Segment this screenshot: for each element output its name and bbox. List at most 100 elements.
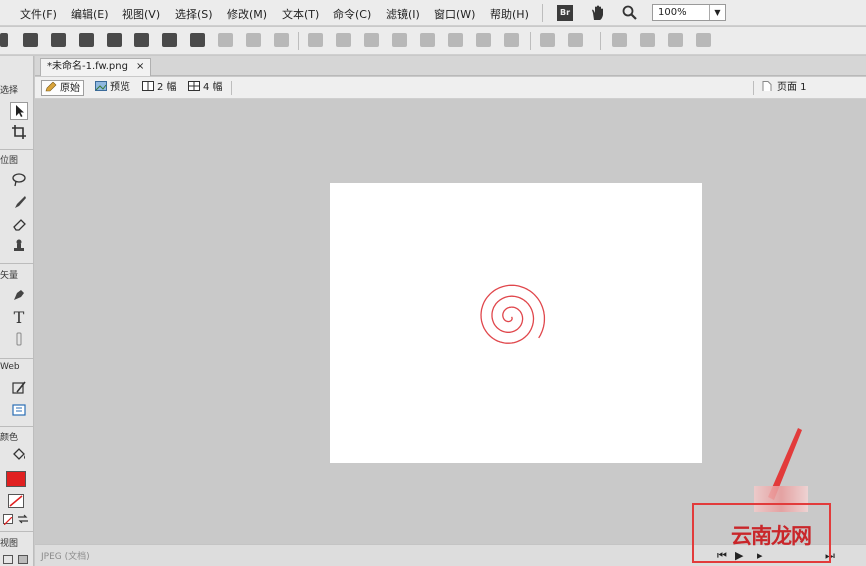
menu-select[interactable]: 选择(S) [175, 6, 213, 22]
menu-commands[interactable]: 命令(C) [333, 6, 371, 22]
export-icon[interactable] [107, 33, 122, 47]
tools-view-header: 视图 [0, 539, 19, 549]
view-preview-label: 预览 [110, 82, 130, 93]
stroke-color-swatch[interactable] [8, 494, 24, 508]
tools-bitmap-header: 位图 [0, 156, 19, 166]
zoom-select[interactable]: 100% ▼ [652, 4, 726, 21]
tools-panel: 选择 位图 矢量 T Web 颜色 视图 [0, 56, 34, 566]
menu-text[interactable]: 文本(T) [282, 6, 319, 22]
view-4up-label: 4 幅 [203, 82, 223, 93]
new-icon[interactable] [0, 33, 8, 47]
hotspot-icon [12, 404, 26, 416]
menu-filters[interactable]: 滤镜(I) [386, 6, 420, 22]
view-preview-button[interactable]: 预览 [92, 80, 133, 96]
pencil-icon [45, 82, 57, 92]
spiral-shape[interactable] [330, 183, 702, 463]
rotate-icon[interactable] [540, 33, 555, 47]
paste-icon[interactable] [274, 33, 289, 47]
hand-icon[interactable] [590, 4, 606, 21]
import-icon[interactable] [79, 33, 94, 47]
menu-help[interactable]: 帮助(H) [490, 6, 529, 22]
swap-colors-icon[interactable] [16, 513, 30, 525]
menu-edit[interactable]: 编辑(E) [71, 6, 109, 22]
align-icon[interactable] [568, 33, 583, 47]
union-icon[interactable] [420, 33, 435, 47]
watermark-text: 云南龙网 [731, 524, 812, 548]
document-tab-label: *未命名-1.fw.png [47, 61, 128, 72]
zoom-icon[interactable] [622, 5, 638, 21]
print-icon[interactable] [134, 33, 149, 47]
view-divider [753, 81, 754, 95]
open-icon[interactable] [51, 33, 66, 47]
document-canvas[interactable] [330, 183, 702, 463]
redo-icon[interactable] [190, 33, 205, 47]
spiral-path[interactable] [480, 284, 546, 344]
pen-tool[interactable] [10, 287, 28, 305]
eraser-tool[interactable] [10, 216, 28, 234]
ungroup-icon[interactable] [336, 33, 351, 47]
knife-tool[interactable] [10, 331, 28, 349]
save-icon[interactable] [23, 33, 38, 47]
view-mode-bar: 原始 预览 2 幅 4 幅 页面 1 [35, 77, 866, 99]
menu-modify[interactable]: 修改(M) [227, 6, 267, 22]
stamp-tool[interactable] [10, 238, 28, 256]
crop-icon[interactable] [504, 33, 519, 47]
main-toolbar [0, 27, 866, 55]
paint-bucket-icon [13, 448, 25, 460]
full-screen-icon[interactable] [18, 555, 28, 564]
tools-divider [0, 263, 34, 264]
crop-icon [12, 125, 26, 139]
lasso-tool[interactable] [10, 172, 28, 190]
tools-vector-header: 矢量 [0, 271, 19, 281]
tools-divider [0, 531, 34, 532]
chevron-down-icon[interactable]: ▼ [709, 5, 725, 20]
default-colors-icon[interactable] [3, 514, 13, 526]
view-2up-button[interactable]: 2 幅 [139, 80, 180, 96]
page-label: 页面 1 [777, 82, 807, 93]
copy-icon[interactable] [246, 33, 261, 47]
text-tool[interactable]: T [10, 309, 28, 327]
distribute-icon[interactable] [612, 33, 627, 47]
view-original-button[interactable]: 原始 [41, 80, 84, 96]
menu-view[interactable]: 视图(V) [122, 6, 160, 22]
tools-divider [0, 149, 34, 150]
split-icon[interactable] [392, 33, 407, 47]
distort-icon[interactable] [696, 33, 711, 47]
page-selector[interactable]: 页面 1 [759, 80, 810, 96]
pen-icon [14, 290, 24, 300]
skew-icon[interactable] [668, 33, 683, 47]
slice-tool[interactable] [10, 380, 28, 398]
flip-icon[interactable] [640, 33, 655, 47]
document-tab-bar: *未命名-1.fw.png × [35, 56, 866, 76]
stamp-icon [14, 239, 24, 251]
fill-color-swatch[interactable] [6, 471, 26, 487]
hotspot-tool[interactable] [10, 402, 28, 420]
slice-icon [12, 381, 26, 394]
menu-file[interactable]: 文件(F) [20, 6, 57, 22]
crop-tool[interactable] [10, 124, 28, 142]
tools-colors-header: 颜色 [0, 433, 19, 443]
eraser-icon [13, 219, 26, 231]
cut-icon[interactable] [218, 33, 233, 47]
close-icon[interactable]: × [136, 61, 144, 72]
pointer-tool[interactable] [10, 102, 28, 120]
standard-screen-icon[interactable] [3, 555, 13, 564]
tools-select-header: 选择 [0, 86, 19, 96]
brush-tool[interactable] [10, 194, 28, 212]
group-icon[interactable] [308, 33, 323, 47]
menu-window[interactable]: 窗口(W) [434, 6, 475, 22]
join-icon[interactable] [364, 33, 379, 47]
punch-icon[interactable] [476, 33, 491, 47]
toolbar-divider [530, 32, 531, 50]
knife-icon [16, 332, 22, 346]
bridge-button[interactable]: Br [557, 5, 573, 21]
view-4up-button[interactable]: 4 幅 [185, 80, 226, 96]
intersect-icon[interactable] [448, 33, 463, 47]
preview-icon [95, 81, 107, 91]
tools-divider [0, 358, 34, 359]
document-tab[interactable]: *未命名-1.fw.png × [40, 58, 152, 76]
pointer-icon [16, 105, 24, 117]
undo-icon[interactable] [162, 33, 177, 47]
zoom-value: 100% [658, 7, 687, 18]
paint-bucket-tool[interactable] [10, 446, 28, 464]
